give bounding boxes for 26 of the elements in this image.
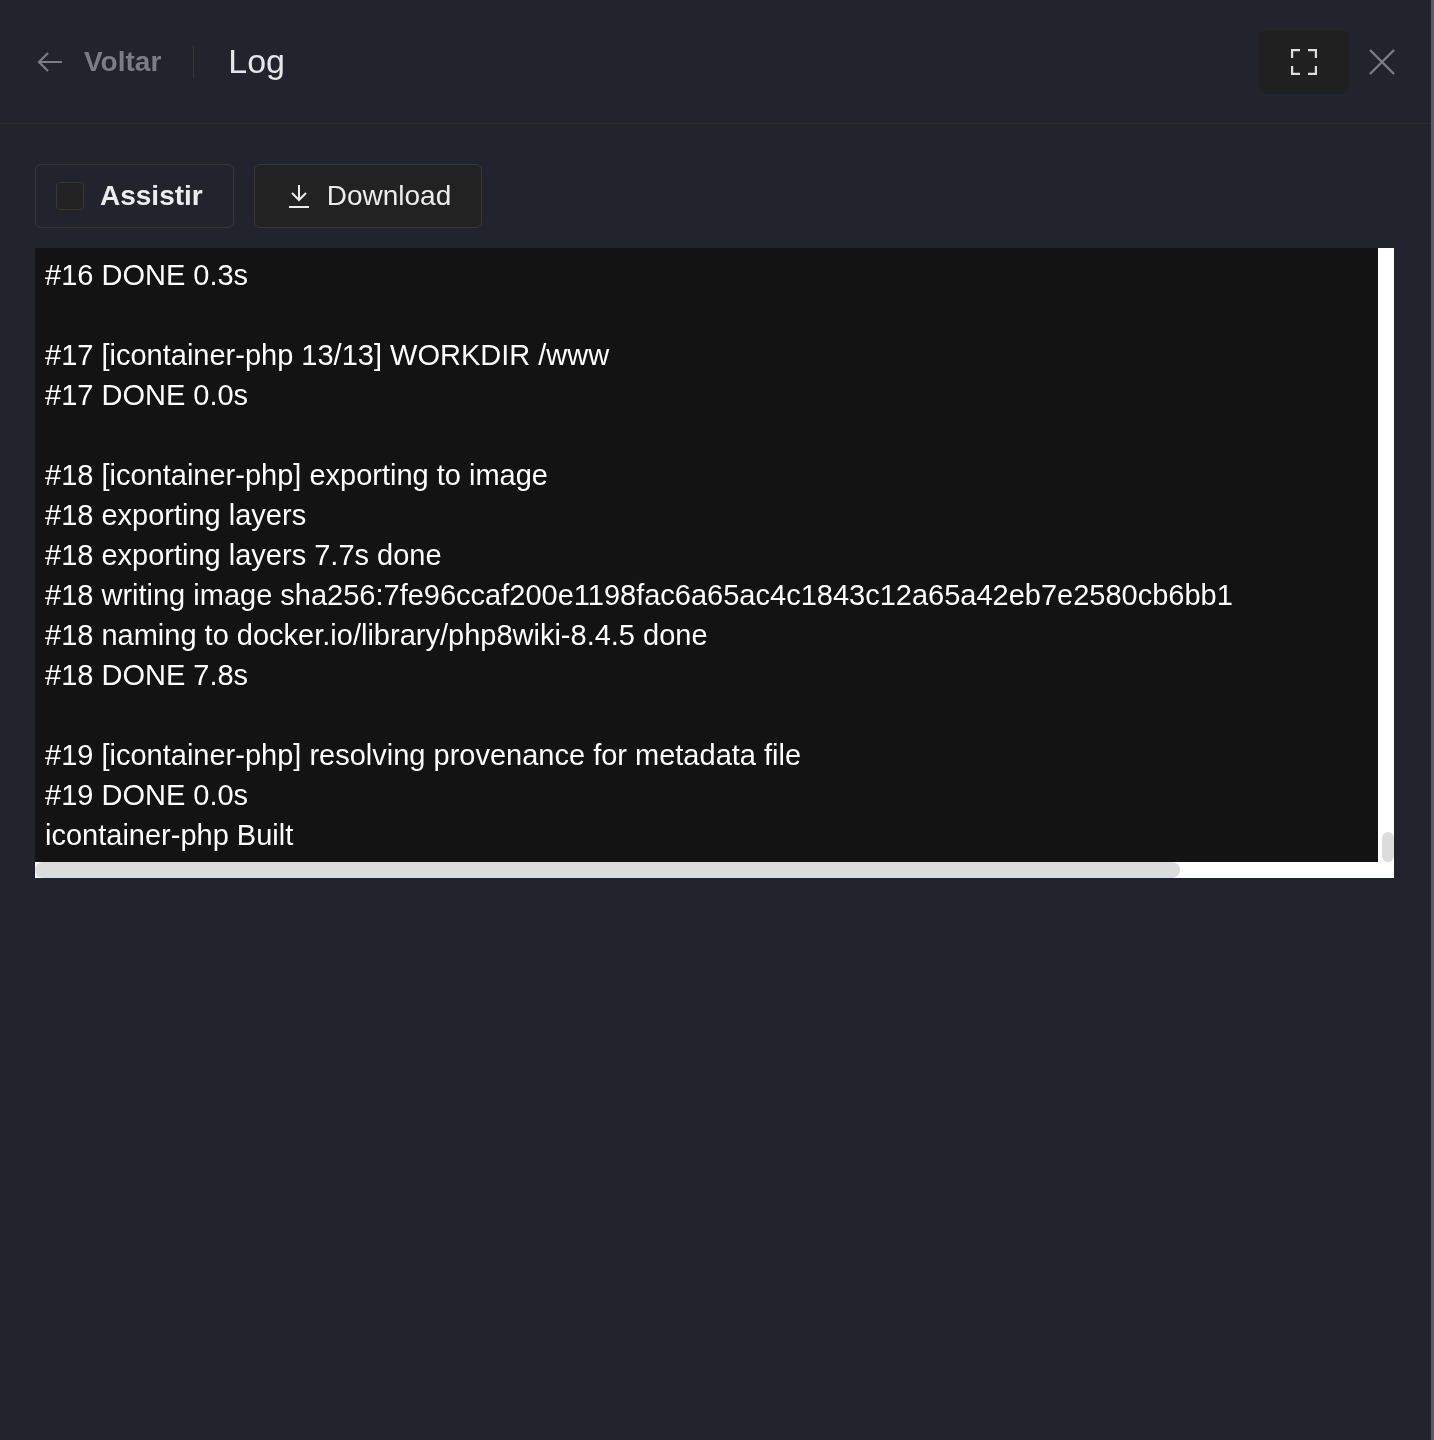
log-line: #17 [icontainer-php 13/13] WORKDIR /www: [45, 338, 611, 373]
log-line: icontainer-php Built: [45, 818, 295, 853]
close-icon: [1369, 48, 1395, 75]
log-line: #19 [icontainer-php] resolving provenance for metadata file: [45, 738, 803, 773]
log-line: #18 [icontainer-php] exporting to image: [45, 458, 549, 493]
log-line: #18 naming to docker.io/library/php8wiki-8.4.5 done: [45, 618, 709, 653]
log-line: #18 writing image sha256:7fe96ccaf200e1198fac6a65ac4c1843c12a65a42eb7e2580cb6bb1: [45, 578, 1234, 613]
dialog-title: Log: [228, 42, 285, 81]
log-line: #18 DONE 7.8s: [45, 658, 250, 693]
back-arrow-icon: [36, 49, 64, 74]
log-line: #18 exporting layers 7.7s done: [45, 538, 443, 573]
fullscreen-icon: [1291, 48, 1317, 75]
log-line: #18 exporting layers: [45, 498, 308, 533]
fullscreen-button[interactable]: [1259, 29, 1349, 94]
checkbox[interactable]: [56, 182, 84, 210]
back-button[interactable]: Voltar: [36, 45, 162, 78]
watch-toggle[interactable]: Assistir: [35, 164, 234, 228]
download-icon: [286, 183, 311, 209]
horizontal-scrollbar-thumb[interactable]: [35, 862, 1180, 878]
vertical-scrollbar-thumb[interactable]: [1382, 832, 1394, 862]
log-line: #19 DONE 0.0s: [45, 778, 250, 813]
log-line: #17 DONE 0.0s: [45, 378, 250, 413]
close-button[interactable]: [1369, 48, 1395, 75]
download-button[interactable]: Download: [253, 164, 483, 228]
watch-label: Assistir: [100, 180, 203, 212]
log-line: #16 DONE 0.3s: [45, 258, 250, 293]
